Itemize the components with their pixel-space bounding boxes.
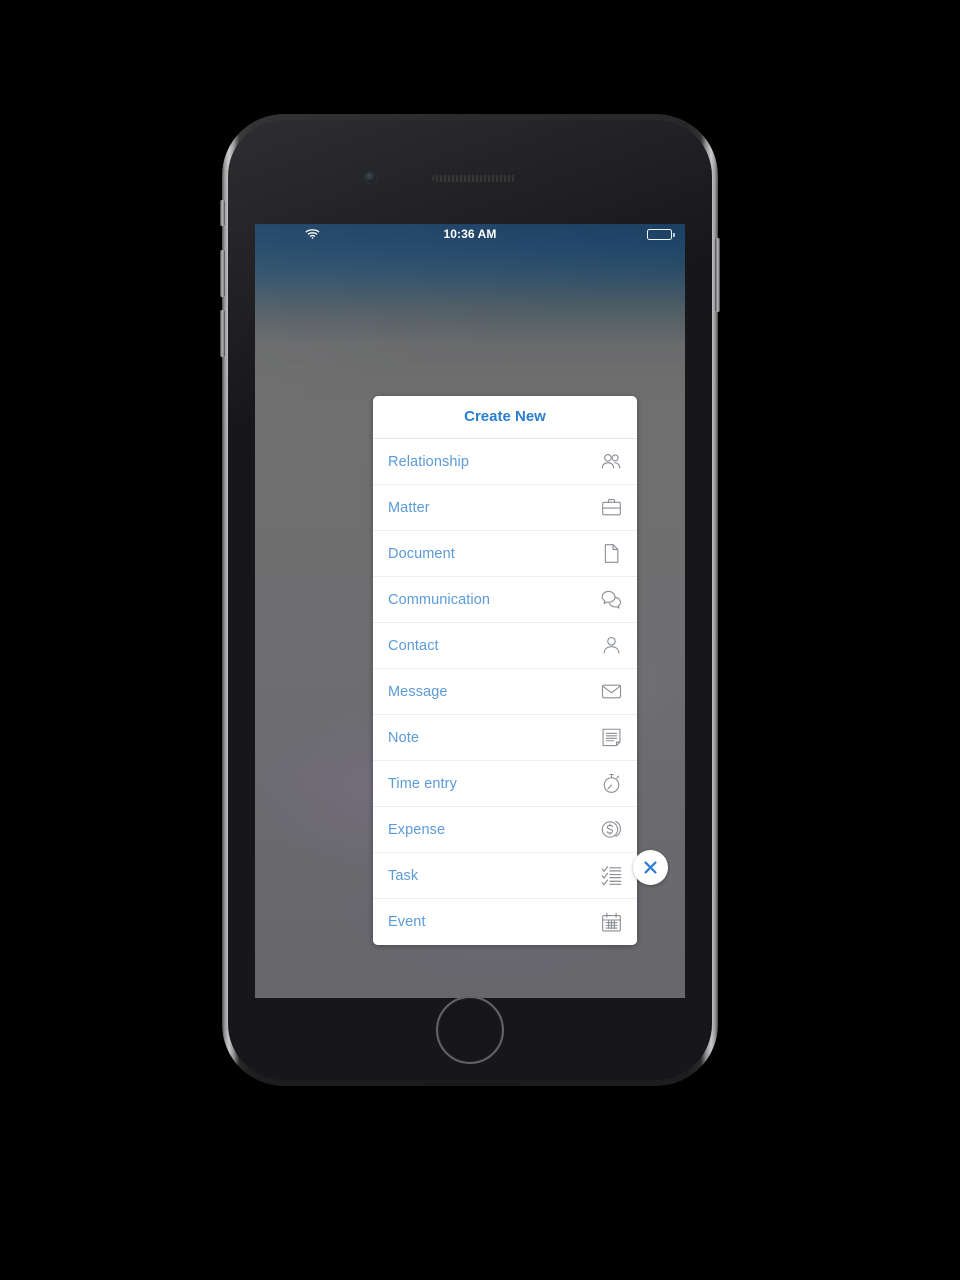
menu-item-label: Communication xyxy=(388,591,491,608)
menu-item-time-entry[interactable]: Time entry xyxy=(373,761,637,807)
menu-item-event[interactable]: Event xyxy=(373,899,637,945)
phone-screen: 10:36 AM Create New Relationship Matter … xyxy=(255,224,685,998)
checklist-icon xyxy=(600,864,623,887)
front-camera-icon xyxy=(365,172,376,183)
menu-item-label: Note xyxy=(388,729,420,746)
menu-item-label: Message xyxy=(388,683,448,700)
volume-up-button[interactable] xyxy=(220,250,225,297)
home-button[interactable] xyxy=(436,996,504,1064)
document-page-icon xyxy=(600,542,623,565)
close-x-icon xyxy=(644,861,657,874)
menu-item-label: Relationship xyxy=(388,453,469,470)
create-new-dialog: Create New Relationship Matter Document … xyxy=(373,396,637,945)
lined-note-icon xyxy=(600,726,623,749)
menu-item-message[interactable]: Message xyxy=(373,669,637,715)
menu-item-communication[interactable]: Communication xyxy=(373,577,637,623)
menu-item-task[interactable]: Task xyxy=(373,853,637,899)
menu-item-label: Matter xyxy=(388,499,430,516)
menu-item-expense[interactable]: Expense xyxy=(373,807,637,853)
menu-item-label: Contact xyxy=(388,637,439,654)
close-dialog-button[interactable] xyxy=(633,850,668,885)
silent-switch-button[interactable] xyxy=(220,200,225,226)
status-bar-time: 10:36 AM xyxy=(443,227,497,241)
volume-down-button[interactable] xyxy=(220,310,225,357)
earpiece-speaker-icon xyxy=(432,175,516,182)
menu-item-contact[interactable]: Contact xyxy=(373,623,637,669)
menu-item-relationship[interactable]: Relationship xyxy=(373,439,637,485)
calendar-icon xyxy=(600,911,623,934)
menu-item-label: Task xyxy=(388,867,419,884)
battery-icon xyxy=(647,229,675,240)
stopwatch-icon xyxy=(600,772,623,795)
menu-item-document[interactable]: Document xyxy=(373,531,637,577)
iphone-device-frame: 10:36 AM Create New Relationship Matter … xyxy=(220,114,720,1086)
person-icon xyxy=(600,634,623,657)
inbox-tray-icon xyxy=(600,680,623,703)
menu-item-label: Event xyxy=(388,914,426,930)
dollar-coin-icon xyxy=(600,818,623,841)
menu-item-matter[interactable]: Matter xyxy=(373,485,637,531)
power-button[interactable] xyxy=(715,238,720,312)
menu-item-label: Document xyxy=(388,545,455,562)
speech-bubbles-icon xyxy=(600,588,623,611)
two-people-icon xyxy=(600,450,623,473)
briefcase-icon xyxy=(600,496,623,519)
menu-item-note[interactable]: Note xyxy=(373,715,637,761)
menu-item-label: Expense xyxy=(388,821,446,838)
menu-item-label: Time entry xyxy=(388,775,457,792)
status-bar: 10:36 AM xyxy=(255,224,685,244)
dialog-title: Create New xyxy=(373,396,637,439)
